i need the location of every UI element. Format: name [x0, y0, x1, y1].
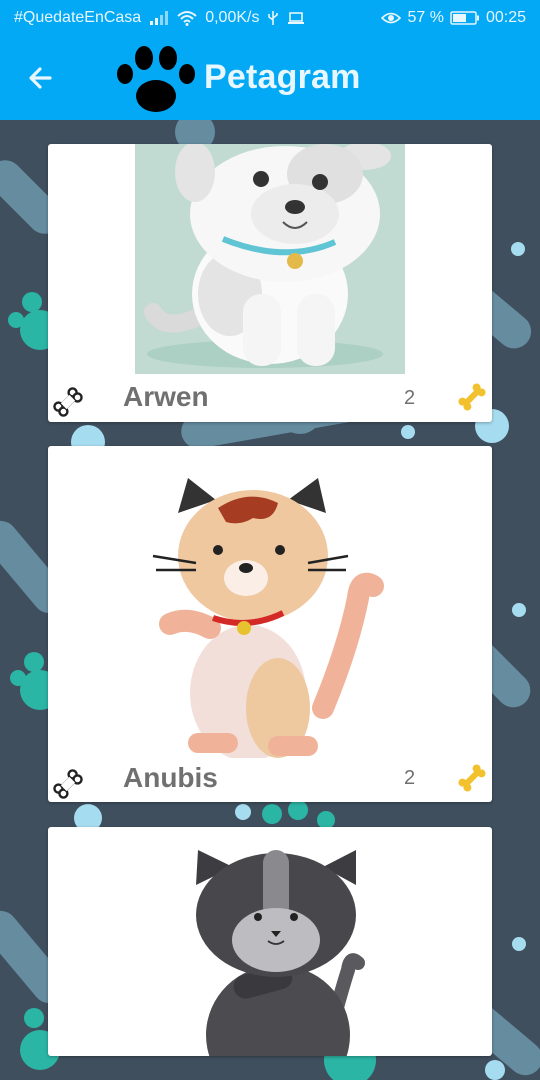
back-arrow-icon[interactable] [22, 58, 62, 98]
gray-cat-illustration [196, 850, 365, 1056]
golden-bone-icon [458, 764, 486, 792]
app-title: Petagram [204, 58, 361, 96]
pet-name: Anubis [123, 762, 218, 793]
pet-name: Arwen [123, 381, 209, 412]
pet-card[interactable] [48, 827, 492, 1056]
eye-icon [381, 12, 402, 24]
pet-likes-count: 2 [404, 767, 416, 789]
battery-icon [450, 11, 479, 25]
wifi-icon [177, 11, 197, 26]
usb-icon [268, 11, 279, 25]
clock: 00:25 [485, 9, 526, 26]
pet-card[interactable]: Arwen 2 [48, 144, 492, 422]
golden-bone-icon [458, 383, 486, 411]
battery-percent: 57 % [407, 9, 444, 26]
bone-rate-button-icon[interactable] [52, 386, 84, 418]
network-speed: 0,00K/s [205, 9, 260, 26]
app-bar: Petagram [0, 36, 540, 120]
pet-likes-count: 2 [404, 387, 416, 409]
pet-card[interactable]: Anubis 2 [48, 446, 492, 802]
status-bar: #QuedateEnCasa 0,00K/s 57 % 00:25 [0, 0, 540, 36]
status-hashtag: #QuedateEnCasa [14, 9, 142, 26]
laptop-icon [288, 12, 305, 24]
cat-illustration [152, 478, 384, 758]
dog-illustration [135, 144, 405, 374]
signal-icon [150, 11, 169, 25]
bone-rate-button-icon[interactable] [52, 768, 84, 800]
paw-logo-icon [117, 46, 195, 112]
